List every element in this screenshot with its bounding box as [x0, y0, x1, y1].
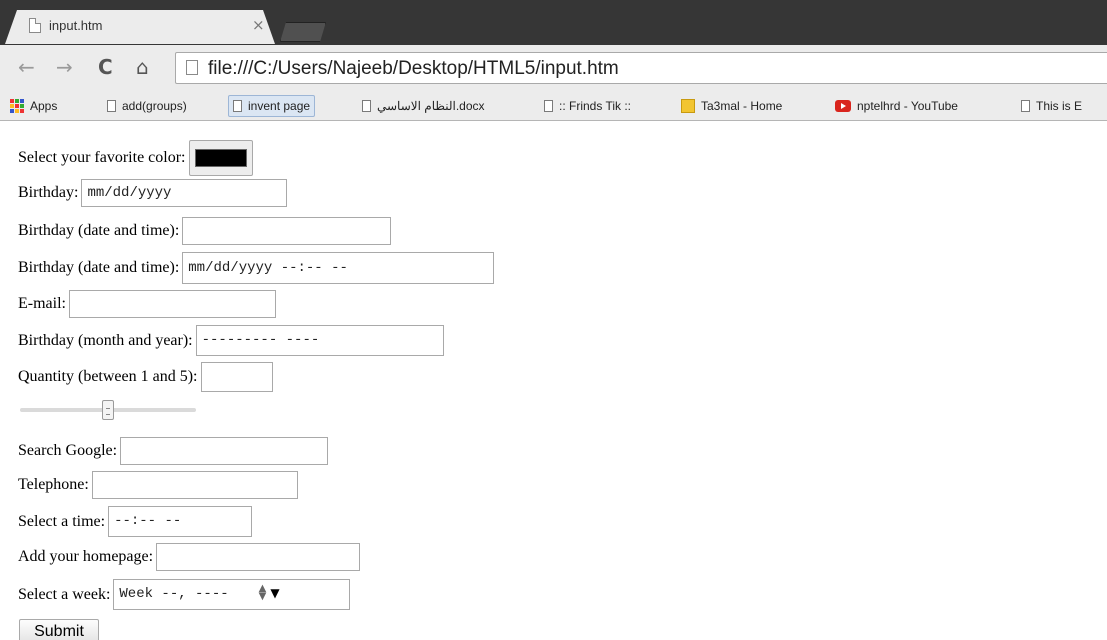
submit-button[interactable]: Submit [19, 619, 99, 640]
bookmark-apps[interactable]: Apps [6, 95, 61, 117]
birthday-datetime-local-input[interactable]: mm/dd/yyyy --:-- -- [182, 252, 495, 284]
email-input[interactable] [68, 290, 276, 318]
color-row: Select your favorite color: [18, 140, 253, 176]
bookmark-frinds-tik[interactable]: :: Frinds Tik :: [540, 95, 635, 117]
tab-close-icon[interactable]: × [252, 16, 265, 34]
week-value: Week --, ---- [119, 586, 229, 602]
telephone-row: Telephone: [18, 471, 298, 499]
browser-chrome: input.htm × ← → C ⌂ file:///C:/Users/Naj… [0, 0, 1107, 121]
birthday-date-input[interactable]: mm/dd/yyyy [81, 179, 288, 207]
homepage-label: Add your homepage: [18, 548, 154, 565]
week-row: Select a week: Week --, ---- ▲ ▼ ▼ [18, 579, 351, 610]
bookmark-invent-page[interactable]: invent page [228, 95, 316, 117]
slider-thumb[interactable] [102, 400, 114, 420]
search-label: Search Google: [18, 442, 118, 459]
youtube-icon [835, 100, 851, 112]
page-icon [29, 18, 41, 33]
address-bar[interactable]: file:///C:/Users/Najeeb/Desktop/HTML5/in… [175, 52, 1107, 84]
page-icon [186, 60, 198, 75]
homepage-input[interactable] [156, 543, 361, 571]
time-input[interactable]: --:-- -- [108, 506, 253, 537]
dropdown-arrow-icon[interactable]: ▼ [270, 586, 279, 600]
email-label: E-mail: [18, 295, 66, 312]
apps-grid-icon [10, 99, 24, 113]
time-row: Select a time: --:-- -- [18, 506, 253, 537]
reload-icon[interactable]: C [98, 56, 113, 78]
telephone-label: Telephone: [18, 476, 89, 493]
ta3mal-icon [681, 99, 695, 113]
birthday-datetime-row: Birthday (date and time): [18, 217, 392, 245]
browser-tab[interactable]: input.htm × [5, 10, 275, 44]
month-label: Birthday (month and year): [18, 331, 193, 349]
bookmarks-bar: Apps add(groups) invent page النظام الاس… [0, 91, 1107, 121]
address-url: file:///C:/Users/Najeeb/Desktop/HTML5/in… [208, 58, 619, 79]
spinner-icon[interactable]: ▲ ▼ [259, 584, 267, 602]
range-slider[interactable] [20, 400, 196, 420]
week-label: Select a week: [18, 585, 111, 603]
page-icon [1021, 100, 1030, 112]
month-input[interactable]: --------- ---- [195, 325, 444, 356]
color-swatch [194, 149, 247, 167]
birthday-datetime-label: Birthday (date and time): [18, 222, 180, 239]
forward-arrow-icon[interactable]: → [56, 56, 73, 78]
time-label: Select a time: [18, 512, 106, 530]
month-row: Birthday (month and year): --------- ---… [18, 325, 444, 356]
email-row: E-mail: [18, 290, 276, 318]
birthday-label: Birthday: [18, 184, 79, 201]
new-tab-button[interactable] [280, 22, 326, 42]
bookmark-nptelhrd[interactable]: nptelhrd - YouTube [831, 95, 962, 117]
page-icon [544, 100, 553, 112]
birthday-datetime-input[interactable] [182, 217, 392, 245]
browser-toolbar: ← → C ⌂ file:///C:/Users/Najeeb/Desktop/… [0, 45, 1107, 91]
color-label: Select your favorite color: [18, 149, 186, 166]
week-input[interactable]: Week --, ---- ▲ ▼ ▼ [113, 579, 351, 610]
tab-strip: input.htm × [0, 0, 1107, 45]
page-icon [233, 100, 242, 112]
birthday-datetime-local-row: Birthday (date and time): mm/dd/yyyy --:… [18, 252, 495, 284]
telephone-input[interactable] [91, 471, 298, 499]
page-icon [107, 100, 116, 112]
quantity-row: Quantity (between 1 and 5): [18, 362, 273, 392]
search-input[interactable] [120, 437, 329, 465]
search-row: Search Google: [18, 437, 329, 465]
page-content: Select your favorite color: Birthday: mm… [0, 121, 1107, 640]
tab-title: input.htm [49, 18, 103, 33]
color-picker[interactable] [188, 140, 253, 176]
home-icon[interactable]: ⌂ [136, 56, 149, 78]
bookmark-docx[interactable]: النظام الاساسي.docx [358, 95, 489, 117]
birthday-row: Birthday: mm/dd/yyyy [18, 179, 288, 207]
quantity-label: Quantity (between 1 and 5): [18, 368, 198, 385]
bookmark-ta3mal[interactable]: Ta3mal - Home [677, 95, 786, 117]
back-arrow-icon[interactable]: ← [18, 56, 35, 78]
quantity-input[interactable] [200, 362, 273, 392]
homepage-row: Add your homepage: [18, 543, 361, 571]
birthday-datetime-local-label: Birthday (date and time): [18, 259, 180, 276]
page-icon [362, 100, 371, 112]
bookmark-this-is[interactable]: This is E [1017, 95, 1086, 117]
bookmark-add-groups[interactable]: add(groups) [103, 95, 191, 117]
